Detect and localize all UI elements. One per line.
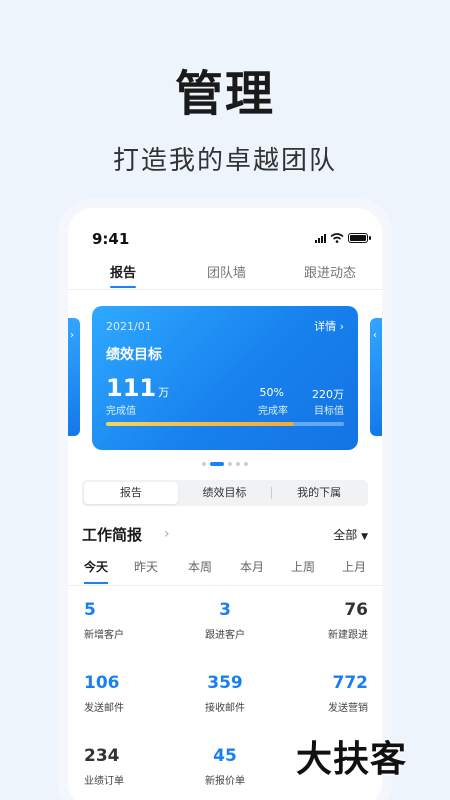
signal-icon [315, 233, 326, 243]
chevron-left-icon: ‹ [373, 330, 377, 341]
chevron-right-icon[interactable]: › [164, 526, 170, 542]
segment-report[interactable]: 报告 [84, 482, 178, 504]
time-tab-indicator [84, 582, 108, 584]
time-tab-this-week[interactable]: 本周 [188, 558, 212, 575]
metric-new-follow-ups[interactable]: 76 新建跟进 [268, 600, 368, 641]
carousel-dot[interactable] [202, 462, 206, 466]
chevron-right-icon: › [339, 320, 344, 333]
metric-label: 新增客户 [84, 630, 124, 641]
card-detail-label: 详情 [314, 320, 337, 333]
metric-value: 234 [84, 746, 120, 766]
status-time: 9:41 [92, 230, 130, 248]
carousel-indicator [68, 462, 382, 466]
time-range-tabs: 今天 昨天 本周 本月 上周 上月 [68, 556, 382, 586]
metric-label: 新报价单 [205, 776, 245, 787]
app-screen: 9:41 报告 团队墙 跟进动态 › ‹ 2021/01 详情 › 绩效目标 1… [68, 208, 382, 800]
wifi-icon [330, 233, 344, 243]
tab-report[interactable]: 报告 [110, 262, 136, 281]
metric-label: 业绩订单 [84, 776, 124, 787]
progress-bar [106, 422, 344, 426]
metric-value: 5 [84, 600, 96, 620]
segment-my-subordinates[interactable]: 我的下属 [272, 482, 366, 504]
metric-value: 772 [332, 673, 369, 693]
carousel-dot[interactable] [210, 462, 224, 466]
metric-value: 106 [84, 673, 120, 693]
battery-icon [348, 233, 371, 243]
chevron-right-icon: › [70, 330, 74, 341]
carousel-prev-card[interactable]: › [68, 318, 80, 436]
tab-follow-up[interactable]: 跟进动态 [304, 262, 356, 281]
filter-dropdown[interactable]: 全部 ▼ [333, 526, 368, 543]
card-completed-value: 111 万 [106, 374, 169, 402]
time-tab-today[interactable]: 今天 [84, 558, 108, 575]
phone-frame: 9:41 报告 团队墙 跟进动态 › ‹ 2021/01 详情 › 绩效目标 1… [58, 198, 392, 800]
metric-new-quotes[interactable]: 45 新报价单 [175, 746, 275, 787]
time-tab-this-month[interactable]: 本月 [240, 558, 264, 575]
card-title: 绩效目标 [106, 347, 162, 363]
metric-orders[interactable]: 234 业绩订单 [84, 746, 184, 787]
completed-label: 完成值 [106, 406, 136, 417]
tab-team-wall[interactable]: 团队墙 [207, 262, 246, 281]
metric-label: 新建跟进 [328, 630, 368, 641]
carousel-dot[interactable] [236, 462, 240, 466]
filter-label: 全部 [333, 528, 358, 542]
segment-control: 报告 绩效目标 我的下属 [82, 480, 368, 506]
carousel-dot[interactable] [228, 462, 232, 466]
rate-label: 完成率 [258, 406, 288, 417]
metric-value: 76 [344, 600, 368, 620]
tab-active-indicator [110, 286, 136, 288]
status-icons [315, 232, 371, 244]
metric-label: 发送邮件 [84, 703, 124, 714]
completed-number: 111 [106, 374, 157, 402]
metric-label: 跟进客户 [205, 630, 245, 641]
metric-emails-sent[interactable]: 106 发送邮件 [84, 673, 184, 714]
watermark-logo: 大扶客 [296, 739, 408, 780]
metric-label: 发送营销 [328, 703, 368, 714]
caret-down-icon: ▼ [361, 532, 368, 542]
metric-value: 359 [207, 673, 243, 693]
metric-label: 接收邮件 [205, 703, 245, 714]
top-tab-bar: 报告 团队墙 跟进动态 [68, 254, 382, 290]
card-date: 2021/01 [106, 320, 152, 333]
promo-title: 管理 [174, 66, 275, 122]
time-tab-last-week[interactable]: 上周 [291, 558, 315, 575]
time-tab-yesterday[interactable]: 昨天 [134, 558, 158, 575]
target-value: 220万 [312, 388, 344, 401]
brief-title[interactable]: 工作简报 [82, 524, 142, 545]
promo-subtitle: 打造我的卓越团队 [112, 146, 337, 176]
carousel-dot[interactable] [244, 462, 248, 466]
carousel-next-card[interactable]: ‹ [370, 318, 382, 436]
metric-value: 3 [219, 600, 231, 620]
metric-value: 45 [213, 746, 237, 766]
completed-unit: 万 [158, 386, 170, 399]
rate-value: 50% [259, 386, 284, 399]
performance-card[interactable]: 2021/01 详情 › 绩效目标 111 万 完成值 50% 完成率 220万 … [92, 306, 358, 450]
target-label: 目标值 [314, 406, 344, 417]
segment-performance-target[interactable]: 绩效目标 [178, 482, 272, 504]
metric-followed-customers[interactable]: 3 跟进客户 [175, 600, 275, 641]
time-tab-last-month[interactable]: 上月 [342, 558, 366, 575]
metric-new-customers[interactable]: 5 新增客户 [84, 600, 184, 641]
progress-bar-fill [106, 422, 295, 426]
metric-emails-received[interactable]: 359 接收邮件 [175, 673, 275, 714]
metric-marketing-sent[interactable]: 772 发送营销 [268, 673, 368, 714]
card-detail-link[interactable]: 详情 › [314, 318, 344, 334]
